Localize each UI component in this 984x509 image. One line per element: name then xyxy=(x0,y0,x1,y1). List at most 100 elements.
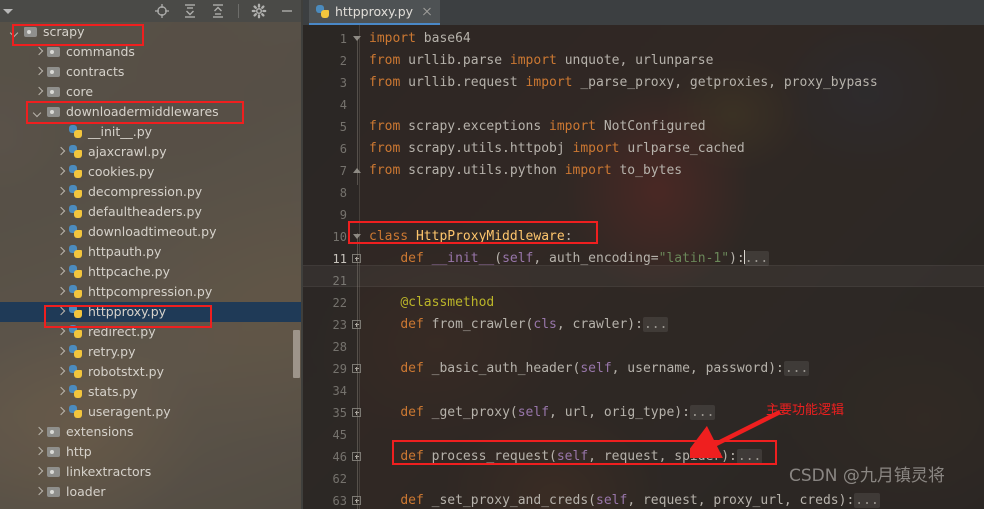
code-line[interactable]: import base64 xyxy=(369,28,471,50)
chevron-right-icon[interactable] xyxy=(55,387,66,398)
code-token: self xyxy=(556,449,589,464)
chevron-right-icon[interactable] xyxy=(33,87,44,98)
chevron-right-icon[interactable] xyxy=(55,187,66,198)
minimize-icon[interactable] xyxy=(279,3,295,19)
code-token: import xyxy=(549,119,604,134)
chevron-right-icon[interactable] xyxy=(55,307,66,318)
python-file-icon xyxy=(69,185,83,199)
chevron-down-icon[interactable] xyxy=(33,107,44,118)
line-number: 10 xyxy=(332,230,347,244)
python-file-icon xyxy=(69,125,83,139)
tree-item-scrapy[interactable]: scrapy xyxy=(0,22,303,42)
chevron-right-icon[interactable] xyxy=(55,147,66,158)
tree-item-label: useragent.py xyxy=(88,404,171,419)
python-file-icon xyxy=(69,345,83,359)
code-token: import xyxy=(369,31,424,46)
code-area[interactable]: 1 2 3 4 5 6 7 8 9 10 11 21 22 23 28 29 34 35 45 46 62 63 impo… xyxy=(303,25,984,509)
code-line[interactable]: class HttpProxyMiddleware: xyxy=(369,226,573,248)
tree-item-httpcompression-py[interactable]: httpcompression.py xyxy=(0,282,303,302)
project-tree[interactable]: scrapy commands contracts core downloadermid… xyxy=(0,22,303,509)
chevron-right-icon[interactable] xyxy=(33,447,44,458)
tree-item-retry-py[interactable]: retry.py xyxy=(0,342,303,362)
code-line[interactable]: def from_crawler(cls, crawler):... xyxy=(369,314,669,336)
tree-item-httpcache-py[interactable]: httpcache.py xyxy=(0,262,303,282)
python-file-icon xyxy=(69,165,83,179)
tree-item-contracts[interactable]: contracts xyxy=(0,62,303,82)
tree-item-cookies-py[interactable]: cookies.py xyxy=(0,162,303,182)
chevron-right-icon[interactable] xyxy=(55,207,66,218)
chevron-down-icon[interactable] xyxy=(10,27,21,38)
collapse-all-icon[interactable] xyxy=(182,3,198,19)
code-line[interactable]: def _set_proxy_and_creds(self, request, … xyxy=(369,490,880,509)
code-token: import xyxy=(564,163,620,178)
code-line[interactable]: @classmethod xyxy=(369,292,494,314)
tree-item-label: httpcompression.py xyxy=(88,284,213,299)
chevron-right-icon[interactable] xyxy=(55,287,66,298)
folder-icon xyxy=(47,46,61,58)
tree-item-downloadermiddlewares[interactable]: downloadermiddlewares xyxy=(0,102,303,122)
tree-item-httpauth-py[interactable]: httpauth.py xyxy=(0,242,303,262)
tab-httpproxy-py[interactable]: httpproxy.py xyxy=(309,0,441,25)
tree-item-decompression-py[interactable]: decompression.py xyxy=(0,182,303,202)
tree-item-stats-py[interactable]: stats.py xyxy=(0,382,303,402)
code-line[interactable]: from scrapy.utils.python import to_bytes xyxy=(369,160,682,182)
tree-item-robotstxt-py[interactable]: robotstxt.py xyxy=(0,362,303,382)
tree-item-downloadtimeout-py[interactable]: downloadtimeout.py xyxy=(0,222,303,242)
chevron-right-icon[interactable] xyxy=(33,487,44,498)
tree-item-commands[interactable]: commands xyxy=(0,42,303,62)
folder-icon xyxy=(47,426,61,438)
code-token: , crawler): xyxy=(556,317,643,332)
code-line[interactable]: from urllib.request import _parse_proxy,… xyxy=(369,72,878,94)
tree-item-linkextractors[interactable]: linkextractors xyxy=(0,462,303,482)
chevron-right-icon[interactable] xyxy=(33,467,44,478)
code-token: ( xyxy=(509,405,518,420)
tree-item-http[interactable]: http xyxy=(0,442,303,462)
chevron-right-icon[interactable] xyxy=(55,367,66,378)
code-token: , request, proxy_url, creds): xyxy=(627,493,855,508)
code-line[interactable]: def _basic_auth_header(self, username, p… xyxy=(369,358,810,380)
code-line[interactable]: from urllib.parse import unquote, urlunp… xyxy=(369,50,713,72)
code-token: def xyxy=(400,317,432,332)
python-file-icon xyxy=(69,325,83,339)
python-file-icon xyxy=(69,245,83,259)
code-line[interactable]: from scrapy.exceptions import NotConfigu… xyxy=(369,116,706,138)
code-line[interactable]: from scrapy.utils.httpobj import urlpars… xyxy=(369,138,745,160)
project-pane-scrollbar[interactable] xyxy=(293,330,300,378)
settings-gear-icon[interactable] xyxy=(251,3,267,19)
chevron-right-icon[interactable] xyxy=(55,227,66,238)
chevron-right-icon[interactable] xyxy=(55,267,66,278)
tree-item-useragent-py[interactable]: useragent.py xyxy=(0,402,303,422)
chevron-right-icon[interactable] xyxy=(33,427,44,438)
tree-item-defaultheaders-py[interactable]: defaultheaders.py xyxy=(0,202,303,222)
code-token: def xyxy=(400,361,432,376)
chevron-right-icon[interactable] xyxy=(33,47,44,58)
close-icon[interactable] xyxy=(422,7,432,17)
tree-item-httpproxy-py[interactable]: httpproxy.py xyxy=(0,302,303,322)
code-token: self xyxy=(517,405,550,420)
chevron-down-icon[interactable] xyxy=(2,8,13,14)
chevron-right-icon[interactable] xyxy=(55,167,66,178)
expand-all-icon[interactable] xyxy=(210,3,226,19)
chevron-right-icon[interactable] xyxy=(33,67,44,78)
chevron-right-icon[interactable] xyxy=(55,247,66,258)
code-token: cls xyxy=(533,317,557,332)
tree-item-extensions[interactable]: extensions xyxy=(0,422,303,442)
code-line[interactable]: def __init__(self, auth_encoding="latin-… xyxy=(369,248,770,270)
line-number: 29 xyxy=(332,362,347,376)
code-token: NotConfigured xyxy=(603,119,706,134)
chevron-right-icon[interactable] xyxy=(55,347,66,358)
code-token: from xyxy=(369,141,409,156)
tree-item-label: retry.py xyxy=(88,344,136,359)
chevron-right-icon[interactable] xyxy=(55,327,66,338)
code-token: , url, orig_type): xyxy=(549,405,690,420)
locate-target-icon[interactable] xyxy=(154,3,170,19)
chevron-right-icon[interactable] xyxy=(55,407,66,418)
tree-item-loader[interactable]: loader xyxy=(0,482,303,502)
tree-item-redirect-py[interactable]: redirect.py xyxy=(0,322,303,342)
code-line[interactable]: def _get_proxy(self, url, orig_type):... xyxy=(369,402,716,424)
tree-item-core[interactable]: core xyxy=(0,82,303,102)
tree-item-ajaxcrawl-py[interactable]: ajaxcrawl.py xyxy=(0,142,303,162)
tree-item-init-py[interactable]: __init__.py xyxy=(0,122,303,142)
